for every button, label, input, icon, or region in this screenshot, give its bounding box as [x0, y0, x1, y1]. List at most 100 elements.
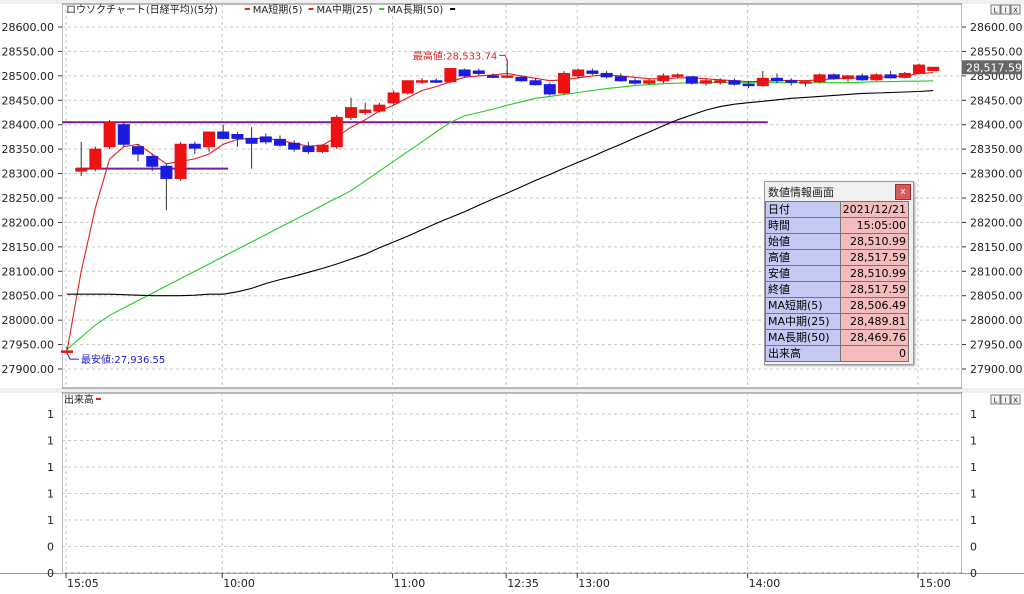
close-icon[interactable]: x	[895, 184, 911, 200]
candle-body[interactable]	[458, 69, 471, 77]
candle-body[interactable]	[330, 116, 343, 148]
candle[interactable]	[543, 82, 556, 96]
volume-tick-label: 1	[47, 435, 54, 448]
pane-button-label[interactable]: I	[1004, 7, 1006, 15]
candle[interactable]	[458, 68, 471, 78]
candle[interactable]	[870, 73, 883, 81]
candle[interactable]	[174, 141, 187, 181]
candle-body[interactable]	[501, 75, 514, 78]
candle-body[interactable]	[870, 74, 883, 81]
candle-body[interactable]	[117, 124, 130, 145]
pane-button-label[interactable]: X	[1013, 7, 1018, 15]
candle-body[interactable]	[558, 72, 570, 94]
candle-body[interactable]	[771, 77, 783, 82]
candle-body[interactable]	[685, 76, 698, 84]
candle-body[interactable]	[799, 81, 812, 84]
volume-tick-label-right: 1	[970, 435, 977, 448]
candle-body[interactable]	[61, 350, 73, 353]
pane-button-label[interactable]: L	[994, 397, 998, 405]
volume-tick-label: 1	[47, 408, 54, 421]
candle-body[interactable]	[785, 80, 798, 83]
candle-body[interactable]	[827, 74, 840, 79]
candle-body[interactable]	[401, 80, 414, 94]
candle-body[interactable]	[359, 109, 372, 114]
candle[interactable]	[117, 122, 130, 147]
candle-body[interactable]	[813, 74, 826, 83]
info-panel[interactable]: 数値情報画面 x 日付 2021/12/21 時間 15:05:00 始値 28,51…	[764, 181, 914, 365]
candle-body[interactable]	[756, 77, 769, 87]
candle-body[interactable]	[529, 80, 542, 86]
candle-body[interactable]	[345, 107, 357, 118]
candle[interactable]	[558, 70, 570, 95]
candle[interactable]	[685, 75, 698, 85]
volume-tick-label-right: 1	[970, 461, 977, 474]
candle-body[interactable]	[274, 138, 286, 146]
candle-body[interactable]	[316, 144, 329, 153]
candle[interactable]	[89, 146, 102, 172]
candle-body[interactable]	[543, 84, 556, 95]
candle-body[interactable]	[884, 74, 897, 79]
candle[interactable]	[401, 80, 414, 95]
candle[interactable]	[927, 66, 940, 71]
candle-body[interactable]	[728, 80, 741, 85]
candle-body[interactable]	[146, 155, 159, 167]
candle-body[interactable]	[657, 75, 670, 82]
candle-body[interactable]	[515, 76, 528, 82]
candle[interactable]	[316, 144, 329, 154]
candle-body[interactable]	[203, 131, 215, 148]
candle-body[interactable]	[288, 142, 301, 150]
candle[interactable]	[387, 90, 400, 106]
candle-body[interactable]	[217, 131, 230, 139]
candle-body[interactable]	[160, 165, 173, 179]
candle-body[interactable]	[600, 72, 613, 78]
info-row-date: 日付 2021/12/21	[765, 201, 910, 218]
candle-body[interactable]	[245, 137, 258, 144]
candle-body[interactable]	[487, 75, 499, 78]
candle-body[interactable]	[629, 80, 641, 84]
candle-body[interactable]	[927, 66, 940, 71]
y-tick-label: 28000.00	[2, 314, 55, 327]
candle-body[interactable]	[842, 75, 854, 79]
pane-button-label[interactable]: X	[1013, 397, 1018, 405]
candle[interactable]	[444, 68, 457, 84]
candle-body[interactable]	[714, 80, 727, 83]
candle-body[interactable]	[898, 72, 911, 78]
candle-body[interactable]	[416, 80, 428, 83]
candle-body[interactable]	[586, 70, 599, 74]
candle[interactable]	[913, 63, 925, 75]
candle[interactable]	[103, 119, 116, 150]
y-tick-label: 27950.00	[2, 339, 55, 352]
candle[interactable]	[330, 114, 343, 150]
candle-body[interactable]	[132, 146, 144, 155]
candle-body[interactable]	[472, 70, 485, 74]
y-tick-label-right: 28350.00	[970, 143, 1023, 156]
candle-body[interactable]	[700, 80, 712, 84]
candle-body[interactable]	[231, 133, 244, 139]
candle-body[interactable]	[913, 64, 925, 74]
candle-body[interactable]	[174, 143, 187, 179]
candle-body[interactable]	[387, 92, 400, 104]
candle-body[interactable]	[75, 168, 88, 172]
candle-body[interactable]	[259, 136, 272, 143]
y-tick-label-right: 28600.00	[970, 21, 1023, 34]
candle-body[interactable]	[614, 76, 627, 82]
candle-body[interactable]	[188, 143, 201, 149]
candle[interactable]	[813, 73, 826, 84]
candle-body[interactable]	[671, 74, 684, 77]
volume-tick-label-right: 1	[970, 408, 977, 421]
pane-button-label[interactable]: I	[1004, 397, 1006, 405]
candle-body[interactable]	[742, 83, 755, 87]
candle-body[interactable]	[430, 80, 443, 83]
candle-body[interactable]	[572, 69, 585, 77]
candle-body[interactable]	[373, 104, 386, 112]
info-panel-title[interactable]: 数値情報画面	[765, 182, 913, 201]
info-value: 28,469.76	[839, 329, 910, 346]
candle-body[interactable]	[89, 148, 102, 170]
candle-body[interactable]	[302, 146, 315, 153]
pane-button-label[interactable]: L	[994, 7, 998, 15]
candle-body[interactable]	[444, 68, 457, 83]
candle-body[interactable]	[856, 75, 869, 81]
y-tick-label-right: 28300.00	[970, 168, 1023, 181]
candle-body[interactable]	[643, 80, 656, 84]
candle-body[interactable]	[103, 121, 116, 148]
